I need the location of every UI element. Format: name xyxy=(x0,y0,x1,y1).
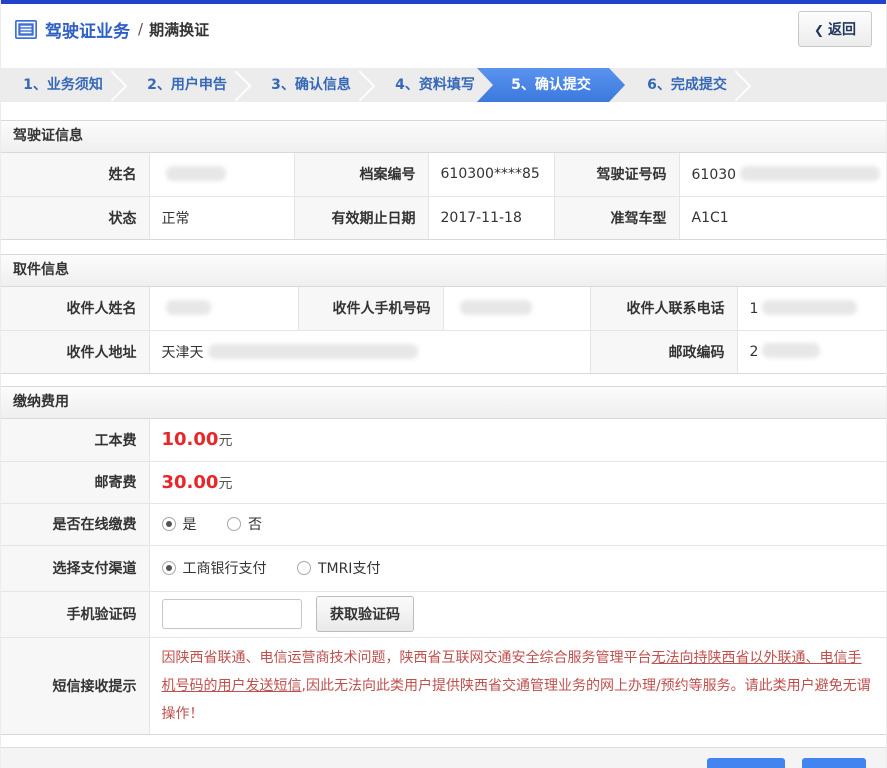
recipient-address-value: 天津天 xyxy=(149,329,591,373)
page-title: 驾驶证业务 xyxy=(45,21,130,42)
online-payment-options: 是 否 xyxy=(149,502,886,546)
recipient-address-label: 收件人地址 xyxy=(1,329,150,373)
table-row: 收件人姓名 收件人手机号码 收件人联系电话 1 xyxy=(1,287,886,331)
table-row: 短信接收提示 因陕西省联通、电信运营商技术问题，陕西省互联网交通安全综合服务管理… xyxy=(1,636,886,734)
sms-code-input[interactable] xyxy=(161,599,302,629)
page: 驾驶证业务 / 期满换证 ❮ 返回 1、业务须知 2、用户申告 3、确认信息 4、… xyxy=(0,0,887,768)
step-3-confirm-info[interactable]: 3、确认信息 xyxy=(249,68,373,102)
postage-fee-amount: 30.00 xyxy=(161,471,219,493)
radio-checked-icon[interactable] xyxy=(161,561,176,575)
table-row: 姓名 档案编号 610300****85 驾驶证号码 61030 xyxy=(1,153,886,197)
step-4-fill-data[interactable]: 4、资料填写 xyxy=(373,68,497,102)
table-row: 收件人地址 天津天 邮政编码 2 xyxy=(1,329,886,373)
table-row: 是否在线缴费 是 否 xyxy=(1,502,886,546)
license-number-label: 驾驶证号码 xyxy=(554,153,680,197)
file-number-value: 610300****85 xyxy=(428,153,555,197)
back-button-label: 返回 xyxy=(828,22,856,38)
fees-section-title: 缴纳费用 xyxy=(1,387,886,419)
step-1-business-notice[interactable]: 1、业务须知 xyxy=(1,68,125,102)
redacted-value xyxy=(207,343,418,359)
redacted-value xyxy=(740,165,881,181)
sms-notice-text: 因陕西省联通、电信运营商技术问题，陕西省互联网交通安全综合服务管理平台无法向持陕… xyxy=(161,649,871,722)
status-value: 正常 xyxy=(149,195,295,239)
zip-code-label: 邮政编码 xyxy=(590,329,738,373)
payment-channel-label: 选择支付渠道 xyxy=(1,544,150,592)
radio-unchecked-icon[interactable] xyxy=(226,517,241,531)
production-fee-unit: 元 xyxy=(218,433,233,450)
table-row: 工本费 10.00元 xyxy=(1,419,886,462)
sms-notice-label: 短信接收提示 xyxy=(1,636,150,734)
back-chevron-icon: ❮ xyxy=(813,23,824,37)
back-button[interactable]: ❮ 返回 xyxy=(797,11,872,47)
breadcrumb-separator: / xyxy=(138,20,144,38)
zip-code-value: 2 xyxy=(737,329,886,373)
recipient-name-value xyxy=(149,287,299,331)
redacted-value xyxy=(165,165,226,181)
wizard-steps: 1、业务须知 2、用户申告 3、确认信息 4、资料填写 5、确认提交 6、完成提… xyxy=(1,68,886,102)
previous-step-button[interactable]: 上一步 xyxy=(706,757,785,768)
license-number-value: 61030 xyxy=(679,153,886,197)
license-section-title: 驾驶证信息 xyxy=(1,121,886,153)
valid-until-value: 2017-11-18 xyxy=(428,195,555,239)
form-list-icon xyxy=(15,19,37,39)
sms-code-label: 手机验证码 xyxy=(1,590,150,638)
table-row: 选择支付渠道 工商银行支付 TMRI支付 xyxy=(1,544,886,592)
page-header: 驾驶证业务 / 期满换证 ❮ 返回 xyxy=(1,4,886,54)
pickup-section-title: 取件信息 xyxy=(1,255,886,287)
sms-notice-cell: 因陕西省联通、电信运营商技术问题，陕西省互联网交通安全综合服务管理平台无法向持陕… xyxy=(149,636,886,734)
recipient-mobile-label: 收件人手机号码 xyxy=(298,287,444,331)
payment-channel-option-icbc[interactable]: 工商银行支付 xyxy=(161,561,267,577)
license-info-table: 姓名 档案编号 610300****85 驾驶证号码 61030 状态 正常 有… xyxy=(1,153,886,239)
license-info-section: 驾驶证信息 姓名 档案编号 610300****85 驾驶证号码 61030 状… xyxy=(1,120,886,240)
fees-table: 工本费 10.00元 邮寄费 30.00元 是否在线缴费 是 否 选择支付渠道 … xyxy=(1,419,886,734)
pickup-info-section: 取件信息 收件人姓名 收件人手机号码 收件人联系电话 1 收件人地址 天津天 邮… xyxy=(1,254,886,374)
production-fee-amount: 10.00 xyxy=(161,429,219,451)
fees-section: 缴纳费用 工本费 10.00元 邮寄费 30.00元 是否在线缴费 是 否 选择… xyxy=(1,386,886,735)
vehicle-class-label: 准驾车型 xyxy=(554,195,680,239)
postage-fee-label: 邮寄费 xyxy=(1,460,150,504)
table-row: 邮寄费 30.00元 xyxy=(1,460,886,504)
production-fee-value: 10.00元 xyxy=(149,419,886,462)
sms-code-cell: 获取验证码 xyxy=(149,590,886,638)
recipient-mobile-value xyxy=(443,287,591,331)
name-value xyxy=(149,153,295,197)
footer-action-bar: 上一步 完成 xyxy=(1,746,886,768)
recipient-phone-value: 1 xyxy=(737,287,886,331)
redacted-value xyxy=(459,299,532,315)
file-number-label: 档案编号 xyxy=(294,153,429,197)
vehicle-class-value: A1C1 xyxy=(679,195,886,239)
table-row: 状态 正常 有效期止日期 2017-11-18 准驾车型 A1C1 xyxy=(1,195,886,239)
finish-button[interactable]: 完成 xyxy=(802,757,866,768)
radio-unchecked-icon[interactable] xyxy=(296,561,311,575)
postage-fee-unit: 元 xyxy=(218,475,233,492)
online-payment-option-no[interactable]: 否 xyxy=(226,517,262,533)
pickup-info-table: 收件人姓名 收件人手机号码 收件人联系电话 1 收件人地址 天津天 邮政编码 2 xyxy=(1,287,886,373)
payment-channel-option-tmri[interactable]: TMRI支付 xyxy=(296,561,380,577)
recipient-name-label: 收件人姓名 xyxy=(1,287,150,331)
valid-until-label: 有效期止日期 xyxy=(294,195,429,239)
step-5-confirm-submit-active[interactable]: 5、确认提交 xyxy=(477,68,625,102)
name-label: 姓名 xyxy=(1,153,150,197)
online-payment-label: 是否在线缴费 xyxy=(1,502,150,546)
recipient-phone-label: 收件人联系电话 xyxy=(590,287,738,331)
status-label: 状态 xyxy=(1,195,150,239)
breadcrumb-current: 期满换证 xyxy=(149,20,210,39)
redacted-value xyxy=(165,299,211,315)
online-payment-option-yes[interactable]: 是 xyxy=(161,517,197,533)
production-fee-label: 工本费 xyxy=(1,419,150,462)
payment-channel-options: 工商银行支付 TMRI支付 xyxy=(149,544,886,592)
postage-fee-value: 30.00元 xyxy=(149,460,886,504)
table-row: 手机验证码 获取验证码 xyxy=(1,590,886,638)
redacted-value xyxy=(762,343,821,359)
step-2-user-declaration[interactable]: 2、用户申告 xyxy=(125,68,249,102)
get-code-button[interactable]: 获取验证码 xyxy=(315,596,414,632)
radio-checked-icon[interactable] xyxy=(161,517,176,531)
redacted-value xyxy=(762,299,858,315)
step-6-complete-submit[interactable]: 6、完成提交 xyxy=(625,68,749,102)
